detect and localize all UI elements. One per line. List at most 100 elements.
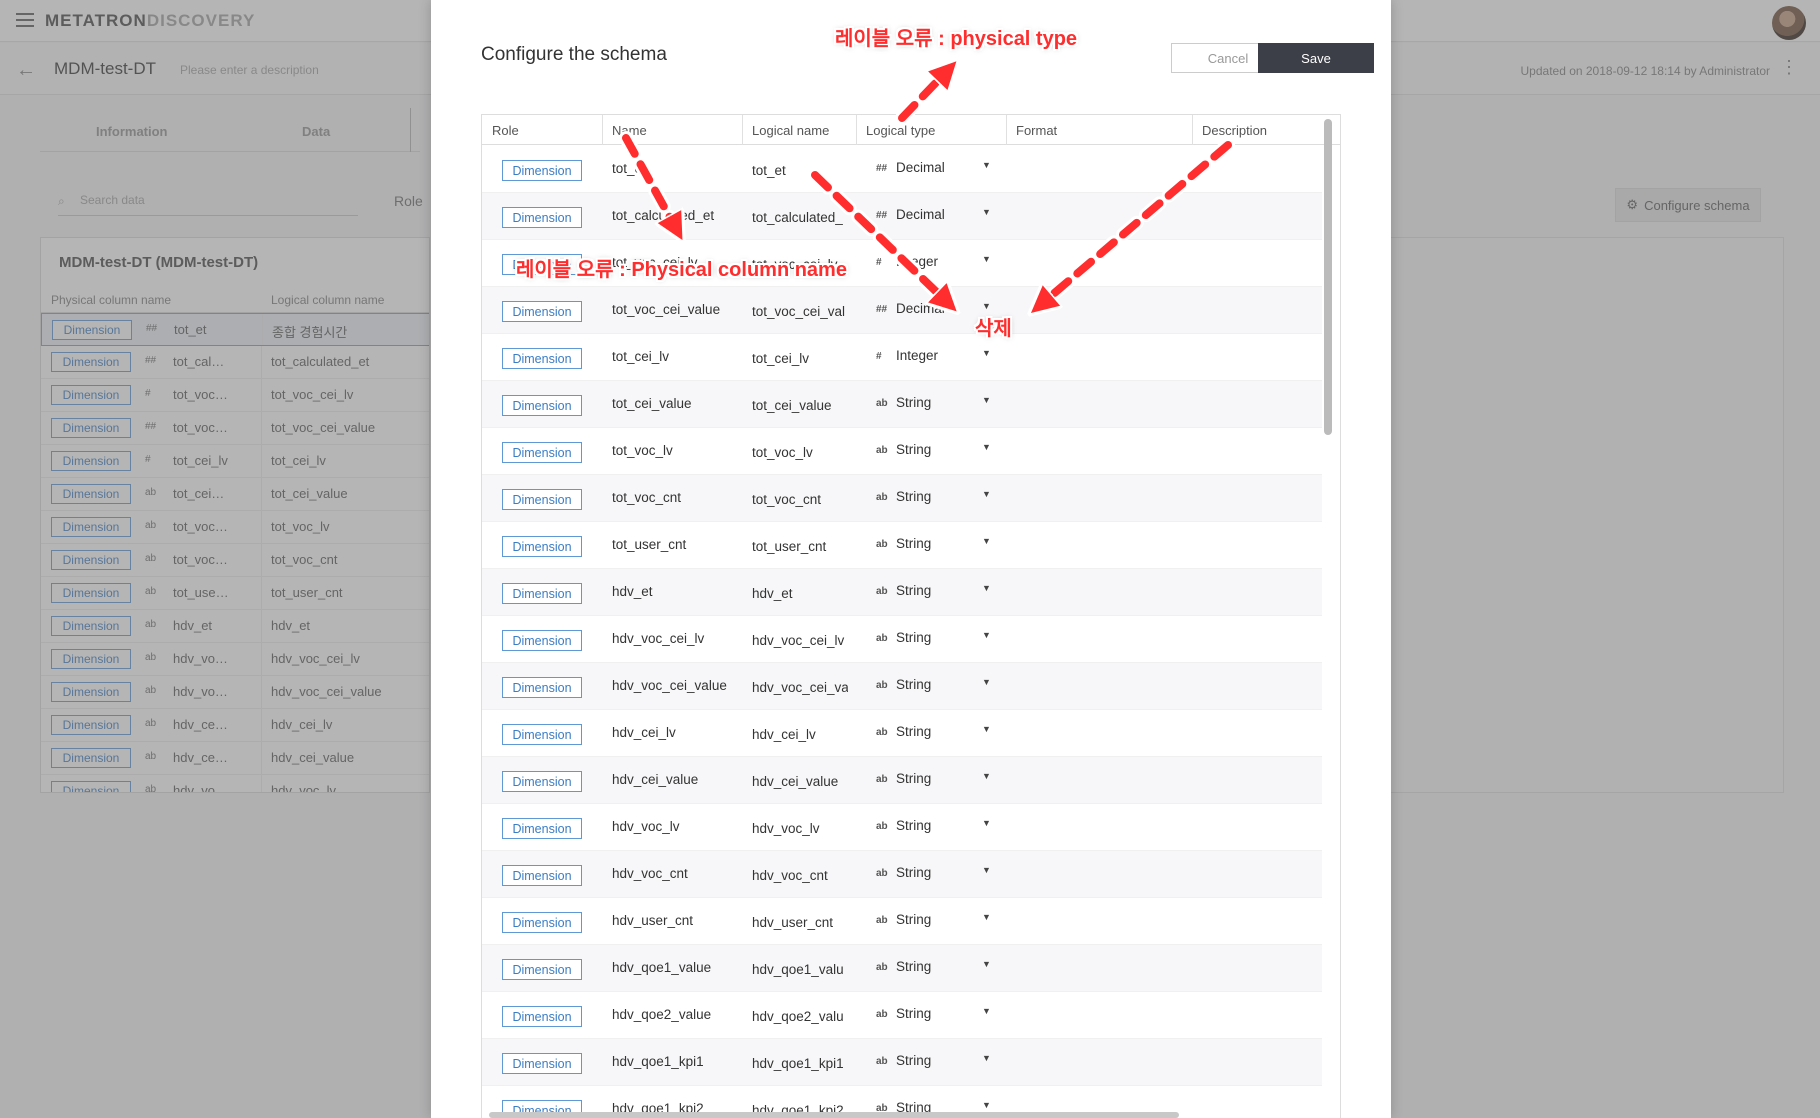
role-button[interactable]: Dimension <box>502 677 582 698</box>
name-input[interactable]: hdv_voc_lv <box>612 819 740 834</box>
logical-type-select[interactable]: String <box>896 536 931 551</box>
chevron-down-icon[interactable]: ▼ <box>982 395 991 405</box>
role-button[interactable]: Dimension <box>502 348 582 369</box>
logical-name-input[interactable]: hdv_cei_value <box>752 774 848 789</box>
logical-type-select[interactable]: String <box>896 677 931 692</box>
name-input[interactable]: hdv_user_cnt <box>612 913 740 928</box>
logical-type-select[interactable]: String <box>896 489 931 504</box>
role-button[interactable]: Dimension <box>502 442 582 463</box>
logical-name-input[interactable]: tot_cei_value <box>752 398 848 413</box>
logical-type-select[interactable]: String <box>896 442 931 457</box>
logical-type-select[interactable]: Decimal <box>896 160 945 175</box>
logical-name-input[interactable]: tot_calculated_ <box>752 210 848 225</box>
logical-type-select[interactable]: String <box>896 818 931 833</box>
name-input[interactable]: hdv_qoe1_value <box>612 960 740 975</box>
name-input[interactable]: tot_et <box>612 161 740 176</box>
chevron-down-icon[interactable]: ▼ <box>982 912 991 922</box>
chevron-down-icon[interactable]: ▼ <box>982 1100 991 1110</box>
logical-type-select[interactable]: String <box>896 912 931 927</box>
chevron-down-icon[interactable]: ▼ <box>982 301 991 311</box>
save-button[interactable]: Save <box>1258 43 1374 73</box>
logical-type-select[interactable]: String <box>896 724 931 739</box>
vertical-scrollbar[interactable] <box>1324 119 1332 435</box>
logical-type-select[interactable]: String <box>896 771 931 786</box>
name-input[interactable]: hdv_qoe1_kpi1 <box>612 1054 740 1069</box>
role-button[interactable]: Dimension <box>502 771 582 792</box>
chevron-down-icon[interactable]: ▼ <box>982 536 991 546</box>
role-button[interactable]: Dimension <box>502 630 582 651</box>
logical-name-input[interactable]: tot_user_cnt <box>752 539 848 554</box>
logical-name-input[interactable]: hdv_qoe1_kpi1 <box>752 1056 848 1071</box>
logical-name-input[interactable]: hdv_voc_lv <box>752 821 848 836</box>
logical-name-input[interactable]: hdv_qoe1_valu <box>752 962 848 977</box>
logical-type-select[interactable]: String <box>896 395 931 410</box>
chevron-down-icon[interactable]: ▼ <box>982 771 991 781</box>
chevron-down-icon[interactable]: ▼ <box>982 207 991 217</box>
name-input[interactable]: hdv_qoe2_value <box>612 1007 740 1022</box>
chevron-down-icon[interactable]: ▼ <box>982 677 991 687</box>
logical-name-input[interactable]: hdv_user_cnt <box>752 915 848 930</box>
role-button[interactable]: Dimension <box>502 724 582 745</box>
role-button[interactable]: Dimension <box>502 912 582 933</box>
chevron-down-icon[interactable]: ▼ <box>982 583 991 593</box>
role-button[interactable]: Dimension <box>502 959 582 980</box>
logical-type-select[interactable]: String <box>896 959 931 974</box>
name-input[interactable]: tot_calculated_et <box>612 208 740 223</box>
role-button[interactable]: Dimension <box>502 1006 582 1027</box>
header-name[interactable]: Name <box>612 123 647 138</box>
logical-name-input[interactable]: hdv_voc_cei_lv <box>752 633 848 648</box>
header-description[interactable]: Description <box>1202 123 1267 138</box>
name-input[interactable]: hdv_cei_value <box>612 772 740 787</box>
chevron-down-icon[interactable]: ▼ <box>982 348 991 358</box>
logical-name-input[interactable]: tot_voc_lv <box>752 445 848 460</box>
role-button[interactable]: Dimension <box>502 536 582 557</box>
name-input[interactable]: hdv_et <box>612 584 740 599</box>
logical-name-input[interactable]: hdv_et <box>752 586 848 601</box>
role-button[interactable]: Dimension <box>502 207 582 228</box>
chevron-down-icon[interactable]: ▼ <box>982 1006 991 1016</box>
role-button[interactable]: Dimension <box>502 1053 582 1074</box>
chevron-down-icon[interactable]: ▼ <box>982 865 991 875</box>
logical-name-input[interactable]: tot_et <box>752 163 848 178</box>
chevron-down-icon[interactable]: ▼ <box>982 442 991 452</box>
logical-name-input[interactable]: hdv_cei_lv <box>752 727 848 742</box>
header-logical-name[interactable]: Logical name <box>752 123 829 138</box>
chevron-down-icon[interactable]: ▼ <box>982 254 991 264</box>
logical-type-select[interactable]: Integer <box>896 348 938 363</box>
chevron-down-icon[interactable]: ▼ <box>982 724 991 734</box>
role-button[interactable]: Dimension <box>502 160 582 181</box>
chevron-down-icon[interactable]: ▼ <box>982 489 991 499</box>
logical-name-input[interactable]: hdv_qoe2_valu <box>752 1009 848 1024</box>
logical-type-select[interactable]: Integer <box>896 254 938 269</box>
chevron-down-icon[interactable]: ▼ <box>982 818 991 828</box>
role-button[interactable]: Dimension <box>502 301 582 322</box>
role-button[interactable]: Dimension <box>502 395 582 416</box>
logical-name-input[interactable]: tot_voc_cei_val <box>752 304 848 319</box>
logical-name-input[interactable]: hdv_voc_cnt <box>752 868 848 883</box>
logical-type-select[interactable]: String <box>896 630 931 645</box>
name-input[interactable]: tot_voc_lv <box>612 443 740 458</box>
header-format[interactable]: Format <box>1016 123 1057 138</box>
logical-name-input[interactable]: hdv_voc_cei_va <box>752 680 848 695</box>
chevron-down-icon[interactable]: ▼ <box>982 630 991 640</box>
name-input[interactable]: tot_cei_value <box>612 396 740 411</box>
chevron-down-icon[interactable]: ▼ <box>982 959 991 969</box>
name-input[interactable]: hdv_voc_cei_lv <box>612 631 740 646</box>
role-button[interactable]: Dimension <box>502 489 582 510</box>
logical-type-select[interactable]: Decimal <box>896 207 945 222</box>
logical-name-input[interactable]: tot_cei_lv <box>752 351 848 366</box>
logical-type-select[interactable]: String <box>896 1053 931 1068</box>
name-input[interactable]: tot_voc_cnt <box>612 490 740 505</box>
role-button[interactable]: Dimension <box>502 865 582 886</box>
name-input[interactable]: hdv_cei_lv <box>612 725 740 740</box>
logical-type-select[interactable]: Decimal <box>896 301 945 316</box>
chevron-down-icon[interactable]: ▼ <box>982 1053 991 1063</box>
logical-name-input[interactable]: tot_voc_cnt <box>752 492 848 507</box>
header-logical-type[interactable]: Logical type <box>866 123 935 138</box>
header-role[interactable]: Role <box>492 123 519 138</box>
role-button[interactable]: Dimension <box>502 583 582 604</box>
logical-type-select[interactable]: String <box>896 583 931 598</box>
name-input[interactable]: tot_user_cnt <box>612 537 740 552</box>
name-input[interactable]: tot_cei_lv <box>612 349 740 364</box>
name-input[interactable]: tot_voc_cei_value <box>612 302 740 317</box>
